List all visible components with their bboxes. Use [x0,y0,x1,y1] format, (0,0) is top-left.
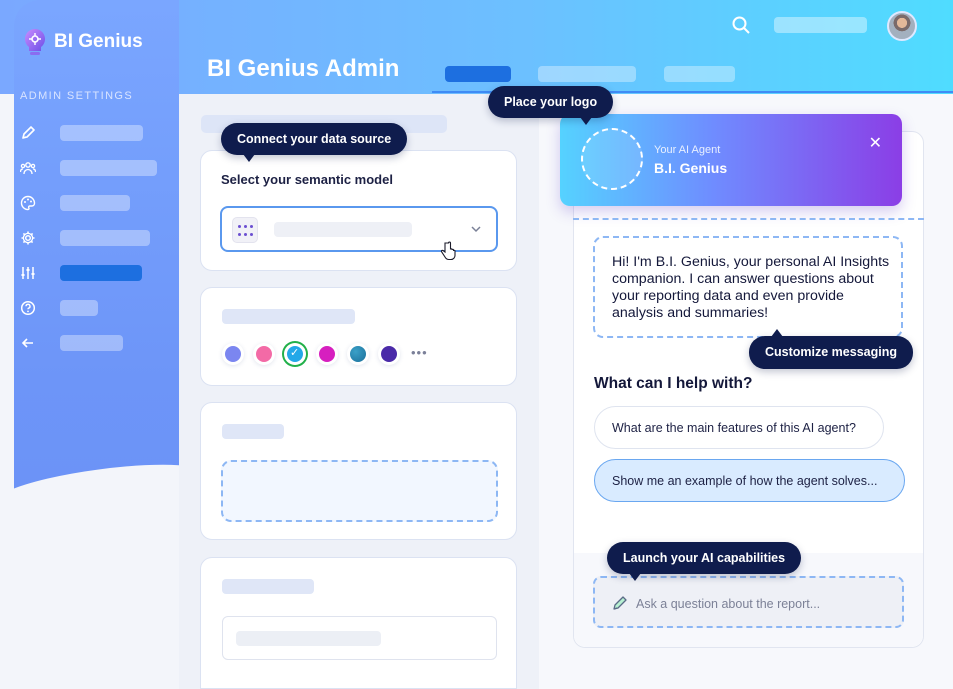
arrow-left-icon [21,338,33,348]
suggestion-chip-active[interactable]: Show me an example of how the agent solv… [594,459,905,502]
upload-card [200,402,517,540]
semantic-model-card: Select your semantic model [200,150,517,271]
app-logo[interactable]: BI Genius [22,27,143,57]
help-icon [20,300,36,316]
tooltip-logo: Place your logo [488,86,614,125]
tooltip-messaging: Customize messaging [749,329,913,369]
page-title: BI Genius Admin [207,55,400,82]
card-heading-placeholder [222,424,284,439]
sidebar-item-back[interactable] [20,334,123,352]
suggestion-chip[interactable]: What are the main features of this AI ag… [594,406,884,449]
chat-input[interactable]: Ask a question about the report... [593,576,904,628]
sidebar-item-label [60,265,142,281]
sidebar-item-settings[interactable] [20,229,150,247]
sidebar-item-label [60,300,98,316]
color-swatch[interactable] [350,346,366,362]
greeting-message[interactable]: Hi! I'm B.I. Genius, your personal AI In… [593,236,903,338]
avatar[interactable] [887,11,917,41]
gear-icon [21,231,35,245]
dice-icon [232,217,258,243]
sidebar-item-label [60,195,130,211]
logo-placeholder[interactable] [581,128,643,190]
sidebar-item-agent-config[interactable] [20,264,142,282]
sidebar-item-label [60,125,143,141]
tab-second[interactable] [538,66,636,82]
upload-dropzone[interactable] [221,460,498,522]
more-colors-icon[interactable]: ••• [411,345,428,360]
sidebar-item-theme[interactable] [20,194,130,212]
search-icon[interactable] [731,15,751,35]
color-swatch[interactable] [256,346,272,362]
chat-input-placeholder: Ask a question about the report... [636,597,821,611]
sidebar-section-label: ADMIN SETTINGS [20,90,134,102]
close-icon[interactable]: ✕ [869,133,882,153]
color-swatch-selected[interactable] [287,346,303,362]
sidebar-item-edit[interactable] [20,124,143,142]
semantic-model-label: Select your semantic model [221,172,393,187]
sidebar-item-label [60,230,150,246]
text-field[interactable] [222,616,497,660]
color-swatch[interactable] [225,346,241,362]
users-icon [20,162,36,175]
agent-name: B.I. Genius [654,160,728,176]
tooltip-data-source: Connect your data source [221,123,408,162]
lightbulb-logo-icon [25,29,45,55]
header-divider [573,218,924,220]
pencil-icon [22,126,35,139]
sliders-icon [21,267,35,279]
color-swatch[interactable] [319,346,335,362]
palette-icon [20,195,36,211]
pointer-cursor-icon [440,241,456,261]
sidebar-item-label [60,335,123,351]
tooltip-capabilities: Launch your AI capabilities [607,542,802,581]
input-card [200,557,517,689]
text-field-placeholder [236,631,381,646]
color-swatch[interactable] [381,346,397,362]
agent-subtitle: Your AI Agent [654,144,721,156]
sidebar-item-label [60,160,157,176]
card-heading-placeholder [222,309,355,324]
sidebar-item-help[interactable] [20,299,98,317]
pencil-icon [613,596,627,610]
chevron-down-icon [471,226,481,233]
tab-active[interactable] [445,66,511,82]
chat-header: Your AI Agent B.I. Genius ✕ [560,114,902,206]
theme-color-card: ••• [200,287,517,386]
tab-third[interactable] [664,66,735,82]
select-value-placeholder [274,222,412,237]
help-heading: What can I help with? [594,375,753,392]
card-heading-placeholder [222,579,314,594]
app-name: BI Genius [54,31,143,52]
sidebar-item-users[interactable] [20,159,157,177]
search-input[interactable] [774,17,867,33]
